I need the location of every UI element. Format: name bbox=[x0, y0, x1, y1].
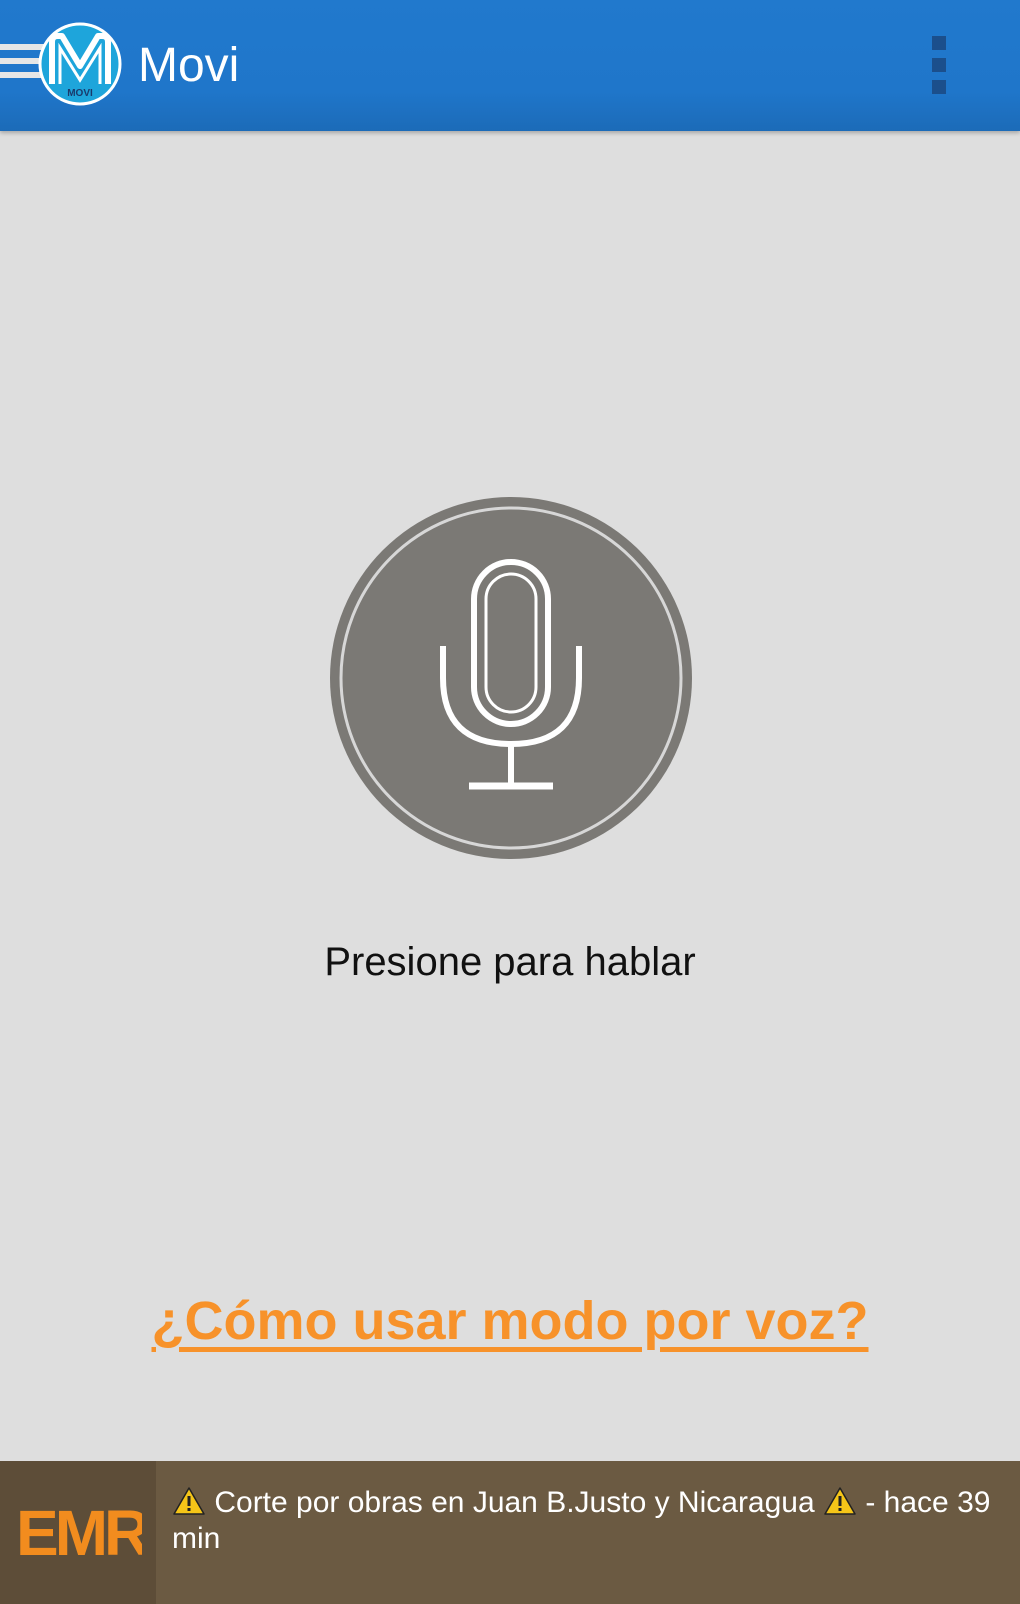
emr-logo-text: EMR bbox=[16, 1499, 142, 1565]
press-to-speak-label: Presione para hablar bbox=[324, 940, 696, 984]
warning-icon bbox=[824, 1487, 856, 1515]
microphone-icon bbox=[330, 497, 692, 859]
emr-logo: EMR bbox=[0, 1461, 156, 1604]
movi-logo: MOVI bbox=[38, 22, 122, 106]
voice-mode-help-link[interactable]: ¿Cómo usar modo por voz? bbox=[0, 1290, 1020, 1352]
microphone-button[interactable] bbox=[327, 494, 695, 862]
alert-message: Corte por obras en Juan B.Justo y Nicara… bbox=[172, 1485, 992, 1557]
app-title: Movi bbox=[138, 39, 240, 92]
overflow-menu-icon[interactable] bbox=[920, 30, 960, 100]
traffic-alert-banner[interactable]: EMR Corte por obras en Juan B.Justo y Ni… bbox=[0, 1461, 1020, 1604]
movi-logo-text: MOVI bbox=[67, 88, 93, 99]
alert-message-text: Corte por obras en Juan B.Justo y Nicara… bbox=[214, 1486, 815, 1519]
warning-icon bbox=[173, 1487, 205, 1515]
app-bar: MOVI Movi bbox=[0, 0, 1020, 131]
